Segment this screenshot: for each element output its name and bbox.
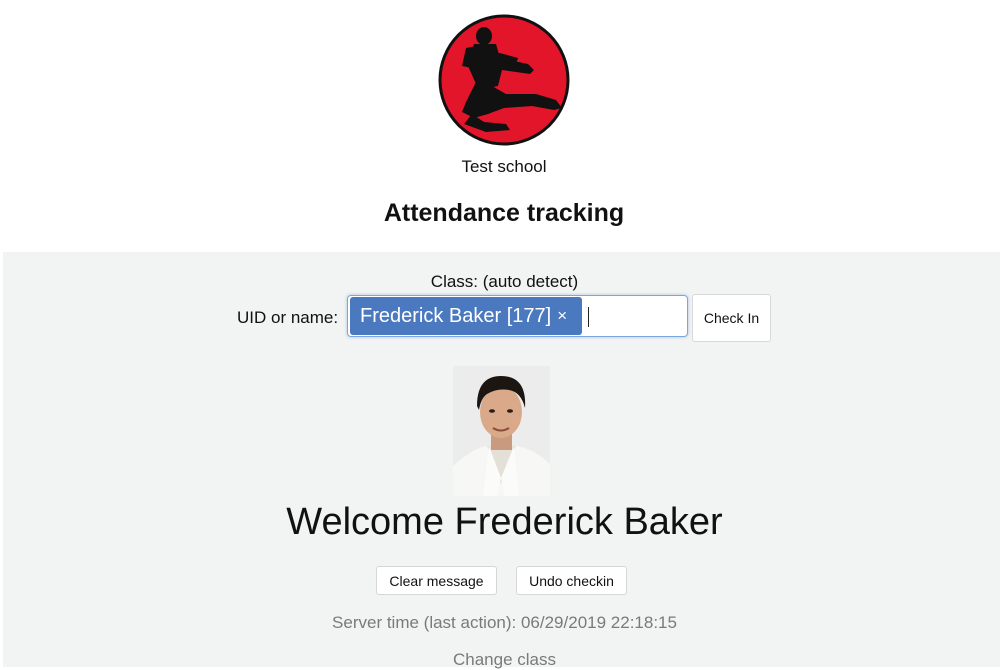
class-selector-text: Class: (auto detect) (430, 272, 579, 291)
uid-name-input[interactable]: Frederick Baker [177] × (347, 295, 688, 337)
token-label: Frederick Baker [177] (360, 304, 552, 327)
server-time: Server time (last action): 06/29/2019 22… (332, 613, 677, 632)
undo-checkin-button[interactable]: Undo checkin (516, 566, 627, 595)
selected-student-token[interactable]: Frederick Baker [177] × (350, 297, 582, 335)
clear-message-button[interactable]: Clear message (376, 566, 497, 595)
check-in-button[interactable]: Check In (692, 294, 771, 342)
school-name: Test school (461, 157, 547, 176)
checkin-panel: Class: (auto detect) UID or name: Freder… (3, 252, 1000, 670)
welcome-message: Welcome Frederick Baker (286, 501, 723, 543)
header: Test school Attendance tracking (0, 0, 1000, 252)
student-photo-icon (453, 366, 550, 496)
karate-logo-icon (438, 14, 570, 146)
change-class-link[interactable]: Change class (3, 650, 1000, 670)
uid-label: UID or name: (237, 308, 339, 327)
text-caret (588, 307, 589, 327)
page-title: Attendance tracking (383, 199, 625, 227)
token-remove-icon[interactable]: × (557, 306, 567, 326)
